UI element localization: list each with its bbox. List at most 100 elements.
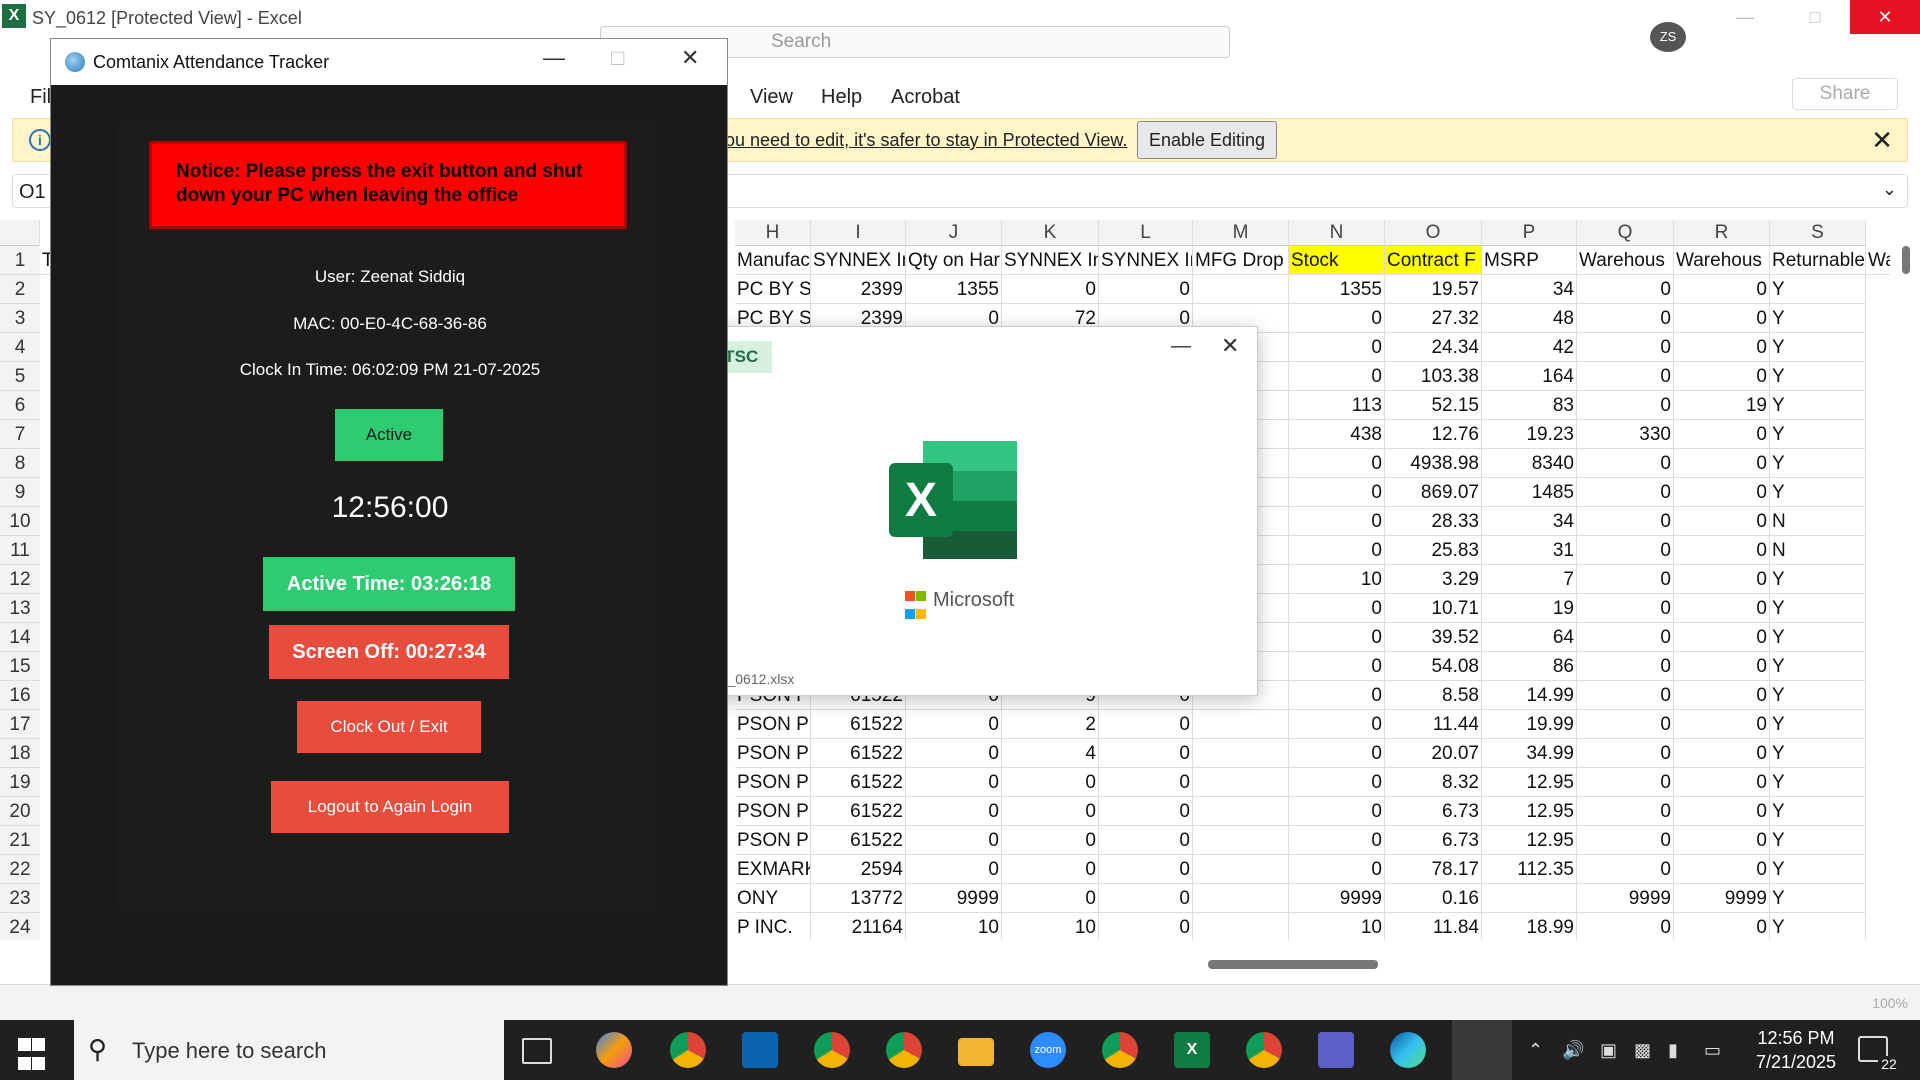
table-cell[interactable]: Y xyxy=(1770,594,1866,623)
table-cell[interactable]: 0 xyxy=(1002,826,1099,855)
table-cell[interactable]: 0 xyxy=(1289,507,1385,536)
table-cell[interactable]: 42 xyxy=(1482,333,1577,362)
table-cell[interactable]: 0 xyxy=(1577,739,1674,768)
column-header[interactable]: K xyxy=(1002,220,1099,246)
table-cell[interactable]: 3.29 xyxy=(1385,565,1482,594)
vertical-scrollbar[interactable] xyxy=(1892,220,1920,940)
table-cell[interactable]: 0 xyxy=(1099,275,1193,304)
table-cell[interactable]: 52.15 xyxy=(1385,391,1482,420)
table-cell[interactable] xyxy=(1193,855,1289,884)
table-cell[interactable]: 0 xyxy=(1577,681,1674,710)
table-header-cell[interactable]: Wa xyxy=(1866,246,1890,275)
table-cell[interactable]: 0 xyxy=(1099,739,1193,768)
chrome-icon[interactable] xyxy=(814,1032,850,1068)
table-cell[interactable]: Y xyxy=(1770,420,1866,449)
clock-out-button[interactable]: Clock Out / Exit xyxy=(297,701,481,753)
edge-icon[interactable] xyxy=(1390,1032,1426,1068)
row-header[interactable]: 3 xyxy=(0,304,40,333)
table-cell[interactable]: 20.07 xyxy=(1385,739,1482,768)
chevron-down-icon[interactable]: ⌄ xyxy=(1882,179,1897,200)
table-cell[interactable]: Y xyxy=(1770,362,1866,391)
table-cell[interactable]: Y xyxy=(1770,913,1866,940)
avatar[interactable]: ZS xyxy=(1650,22,1686,52)
table-cell[interactable]: 0 xyxy=(1674,623,1770,652)
table-cell[interactable]: 0 xyxy=(1577,391,1674,420)
table-cell[interactable]: 11.44 xyxy=(1385,710,1482,739)
copilot-icon[interactable] xyxy=(596,1032,632,1068)
zoom-level[interactable]: 100% xyxy=(1872,995,1908,1011)
table-cell[interactable]: 0.16 xyxy=(1385,884,1482,913)
table-cell[interactable]: 0 xyxy=(906,768,1002,797)
table-cell[interactable]: 12.95 xyxy=(1482,826,1577,855)
enable-editing-button[interactable]: Enable Editing xyxy=(1137,121,1277,159)
table-cell[interactable]: 61522 xyxy=(811,739,906,768)
table-cell[interactable]: 0 xyxy=(1577,507,1674,536)
tracker-taskbar-icon[interactable] xyxy=(1452,1020,1512,1080)
table-cell[interactable]: 0 xyxy=(1289,623,1385,652)
logout-button[interactable]: Logout to Again Login xyxy=(271,781,509,833)
table-cell[interactable]: 8.58 xyxy=(1385,681,1482,710)
table-cell[interactable]: 13772 xyxy=(811,884,906,913)
column-header[interactable]: I xyxy=(811,220,906,246)
table-cell[interactable]: 0 xyxy=(1289,594,1385,623)
table-cell[interactable]: 19.57 xyxy=(1385,275,1482,304)
table-cell[interactable]: 869.07 xyxy=(1385,478,1482,507)
close-icon[interactable]: ✕ xyxy=(681,45,699,71)
table-cell[interactable]: Y xyxy=(1770,391,1866,420)
chrome-icon[interactable] xyxy=(1102,1032,1138,1068)
zoom-icon[interactable]: zoom xyxy=(1030,1032,1066,1068)
table-cell[interactable]: 61522 xyxy=(811,768,906,797)
screen-icon[interactable]: ▩ xyxy=(1634,1040,1651,1061)
table-cell[interactable]: 83 xyxy=(1482,391,1577,420)
table-cell[interactable] xyxy=(1193,739,1289,768)
table-cell[interactable] xyxy=(1193,275,1289,304)
system-clock[interactable]: 12:56 PM 7/21/2025 xyxy=(1750,1026,1842,1074)
table-cell[interactable]: 0 xyxy=(906,710,1002,739)
table-header-cell[interactable]: Warehous xyxy=(1577,246,1674,275)
row-header[interactable]: 13 xyxy=(0,594,40,623)
table-cell[interactable]: 0 xyxy=(1674,681,1770,710)
table-cell[interactable]: 0 xyxy=(1577,594,1674,623)
table-cell[interactable]: 61522 xyxy=(811,710,906,739)
table-cell[interactable]: 0 xyxy=(1289,710,1385,739)
row-header[interactable]: 15 xyxy=(0,652,40,681)
menu-help[interactable]: Help xyxy=(821,86,862,109)
column-header[interactable]: L xyxy=(1099,220,1193,246)
row-header[interactable]: 14 xyxy=(0,623,40,652)
table-cell[interactable]: 0 xyxy=(1674,652,1770,681)
table-cell[interactable]: 0 xyxy=(906,855,1002,884)
scroll-thumb[interactable] xyxy=(1902,246,1910,274)
table-cell[interactable]: 1485 xyxy=(1482,478,1577,507)
table-cell[interactable]: Y xyxy=(1770,565,1866,594)
table-cell[interactable]: 0 xyxy=(1099,797,1193,826)
table-cell[interactable]: PSON PR xyxy=(735,739,811,768)
table-cell[interactable]: 0 xyxy=(1577,478,1674,507)
minimize-icon[interactable]: — xyxy=(1710,0,1780,34)
column-header[interactable]: N xyxy=(1289,220,1385,246)
row-header[interactable]: 2 xyxy=(0,275,40,304)
table-cell[interactable]: 2594 xyxy=(811,855,906,884)
table-cell[interactable]: 19 xyxy=(1674,391,1770,420)
column-header[interactable]: R xyxy=(1674,220,1770,246)
table-cell[interactable]: Y xyxy=(1770,652,1866,681)
table-cell[interactable]: PSON PR xyxy=(735,826,811,855)
table-cell[interactable]: 0 xyxy=(1577,565,1674,594)
table-cell[interactable]: Y xyxy=(1770,710,1866,739)
table-cell[interactable]: 0 xyxy=(906,826,1002,855)
table-cell[interactable]: 103.38 xyxy=(1385,362,1482,391)
row-header[interactable]: 7 xyxy=(0,420,40,449)
row-header[interactable]: 21 xyxy=(0,826,40,855)
table-cell[interactable]: Y xyxy=(1770,681,1866,710)
table-cell[interactable]: 0 xyxy=(1674,739,1770,768)
table-cell[interactable]: 0 xyxy=(1674,478,1770,507)
scroll-thumb[interactable] xyxy=(1208,960,1378,969)
table-cell[interactable]: P INC. xyxy=(735,913,811,940)
table-cell[interactable]: 0 xyxy=(1577,449,1674,478)
table-cell[interactable]: 0 xyxy=(1577,797,1674,826)
table-cell[interactable]: 0 xyxy=(906,739,1002,768)
chrome-icon[interactable] xyxy=(1246,1032,1282,1068)
row-header[interactable]: 6 xyxy=(0,391,40,420)
table-cell[interactable]: N xyxy=(1770,507,1866,536)
table-cell[interactable]: 0 xyxy=(1289,826,1385,855)
table-header-cell[interactable]: Warehous xyxy=(1674,246,1770,275)
